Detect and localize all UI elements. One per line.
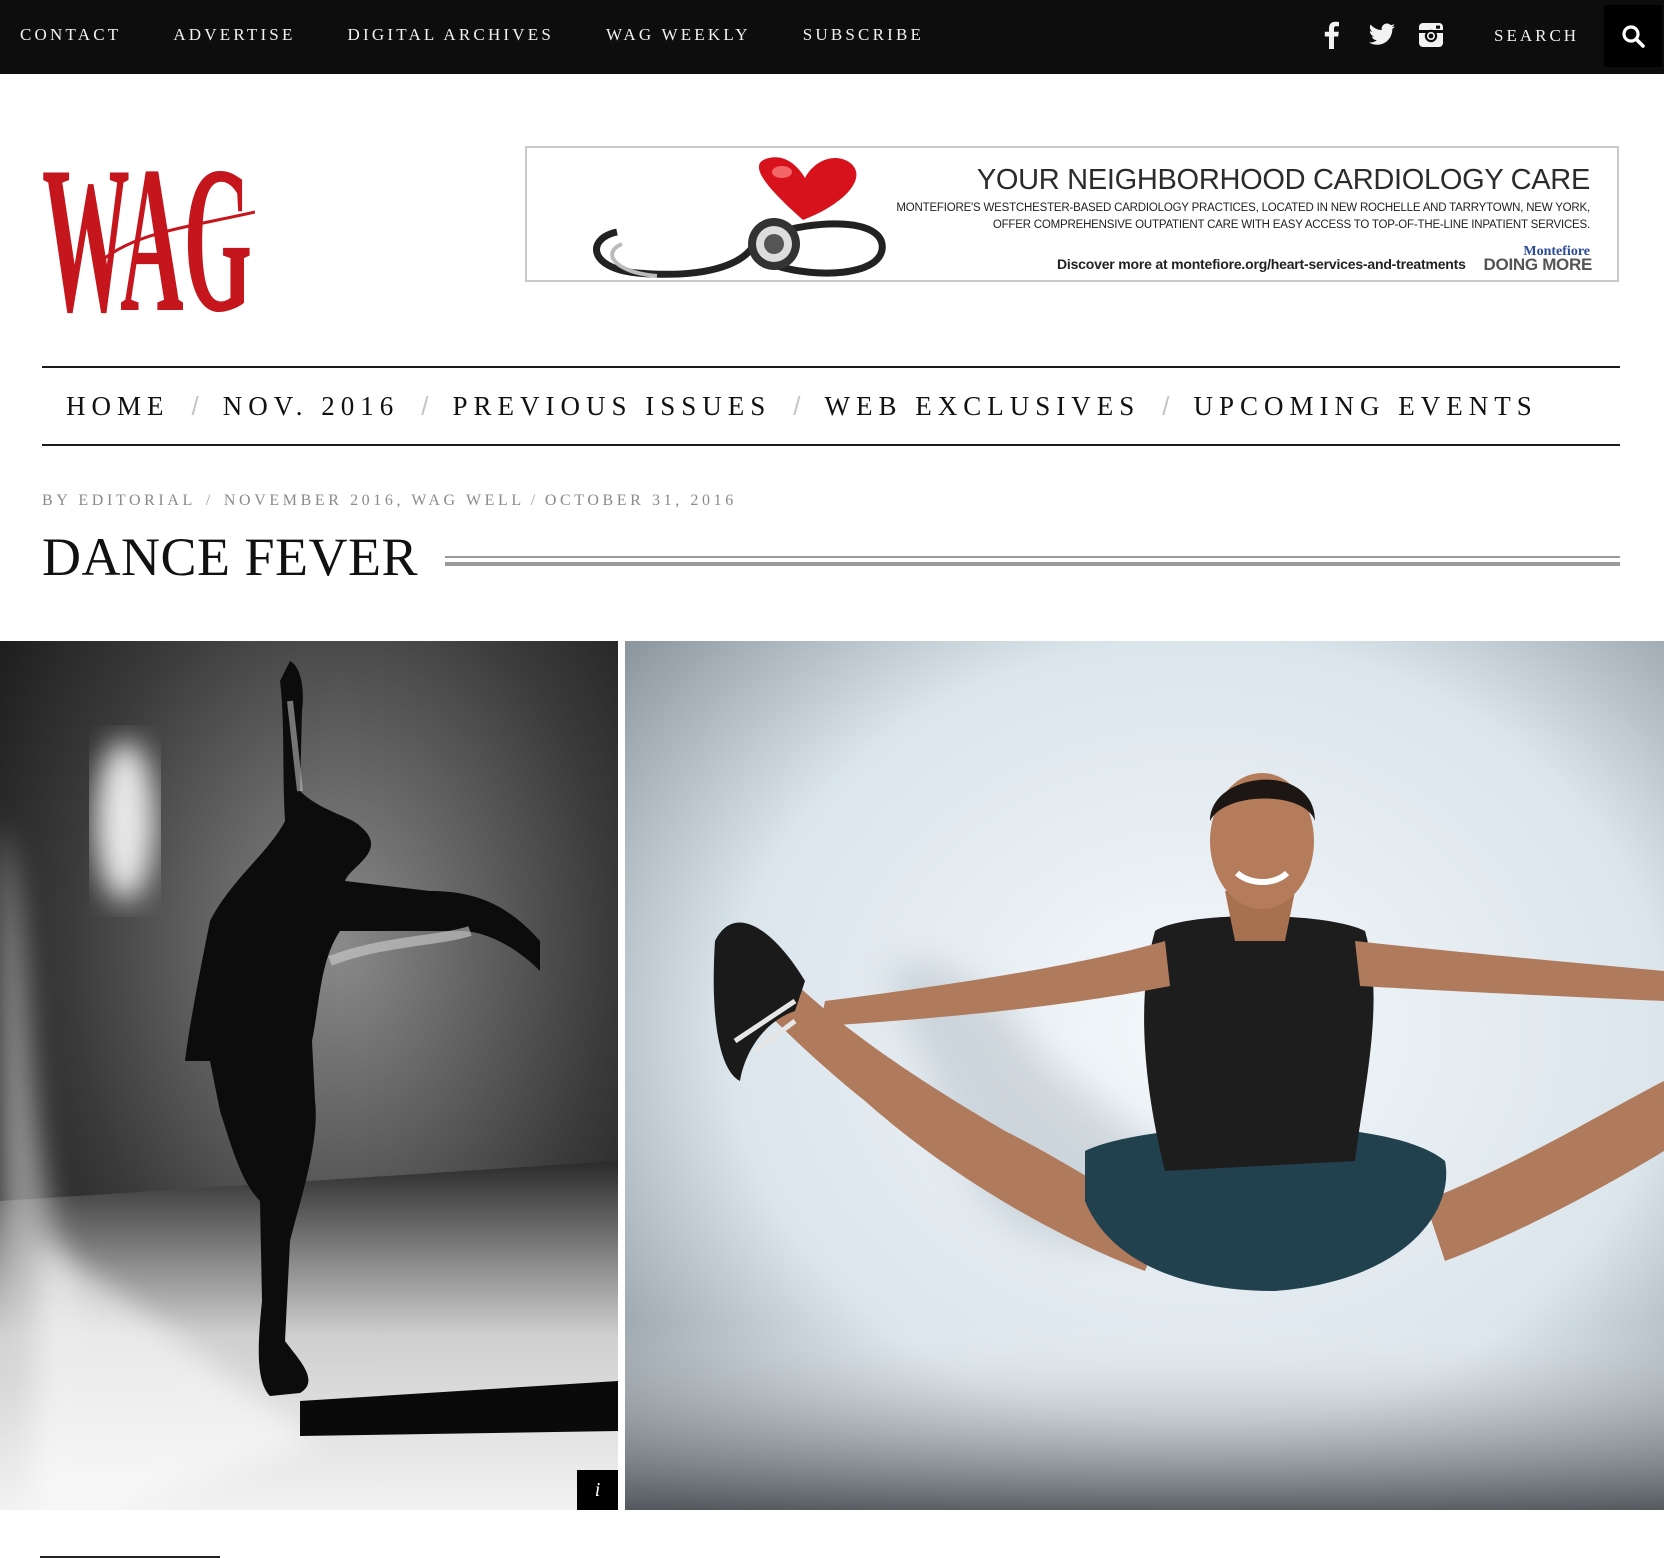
article-meta: BY EDITORIAL / NOVEMBER 2016, WAG WELL / OCT… xyxy=(42,492,737,510)
contact-link[interactable]: CONTACT xyxy=(20,25,121,45)
nav-home[interactable]: HOME xyxy=(66,391,170,422)
wag-weekly-link[interactable]: WAG WEEKLY xyxy=(606,25,751,45)
instagram-icon[interactable] xyxy=(1418,0,1444,70)
nav-separator: / xyxy=(793,390,801,421)
ad-body-line: OFFER COMPREHENSIVE OUTPATIENT CARE WITH… xyxy=(992,219,1590,231)
photo-info-button[interactable]: i xyxy=(577,1470,618,1510)
digital-archives-link[interactable]: DIGITAL ARCHIVES xyxy=(348,25,554,45)
main-nav: HOME / NOV. 2016 / PREVIOUS ISSUES / WEB… xyxy=(42,366,1620,446)
search-button[interactable] xyxy=(1604,5,1662,67)
wag-logo[interactable]: WAG xyxy=(40,112,256,356)
nav-separator: / xyxy=(1162,390,1170,421)
search-label[interactable]: SEARCH xyxy=(1494,0,1579,72)
nav-separator: / xyxy=(421,390,429,421)
ad-banner[interactable]: YOUR NEIGHBORHOOD CARDIOLOGY CARE MONTEF… xyxy=(525,146,1619,282)
advertise-link[interactable]: ADVERTISE xyxy=(173,25,295,45)
nav-upcoming-events[interactable]: UPCOMING EVENTS xyxy=(1194,391,1538,422)
nav-separator: / xyxy=(191,390,199,421)
facebook-icon[interactable] xyxy=(1322,0,1340,70)
article-title: DANCE FEVER xyxy=(42,527,419,587)
meta-separator: / xyxy=(530,492,539,509)
utility-nav: CONTACT ADVERTISE DIGITAL ARCHIVES WAG W… xyxy=(20,0,976,70)
nav-nov-2016[interactable]: NOV. 2016 xyxy=(223,391,400,422)
ad-tagline: DOING MORE xyxy=(1483,255,1593,274)
twitter-icon[interactable] xyxy=(1368,0,1396,70)
top-bar: CONTACT ADVERTISE DIGITAL ARCHIVES WAG W… xyxy=(0,0,1664,74)
meta-separator: / xyxy=(205,492,214,509)
subscribe-link[interactable]: SUBSCRIBE xyxy=(803,25,924,45)
category-links[interactable]: NOVEMBER 2016, WAG WELL xyxy=(224,492,525,509)
gallery-photo-ballet-dancer[interactable] xyxy=(0,641,618,1510)
gallery-photo-jumping-dancer[interactable] xyxy=(625,641,1664,1510)
ad-body-text: MONTEFIORE'S WESTCHESTER-BASED CARDIOLOG… xyxy=(890,200,1590,234)
nav-previous-issues[interactable]: PREVIOUS ISSUES xyxy=(452,391,771,422)
article-date: OCTOBER 31, 2016 xyxy=(544,492,737,509)
nav-web-exclusives[interactable]: WEB EXCLUSIVES xyxy=(825,391,1141,422)
ad-body-line: MONTEFIORE'S WESTCHESTER-BASED CARDIOLOG… xyxy=(896,202,1590,214)
ad-call-to-action: Discover more at montefiore.org/heart-se… xyxy=(1057,256,1466,272)
ad-headline: YOUR NEIGHBORHOOD CARDIOLOGY CARE xyxy=(976,164,1590,196)
author-link[interactable]: BY EDITORIAL xyxy=(42,492,196,509)
stethoscope-heart-illustration xyxy=(593,157,886,278)
search-icon xyxy=(1622,25,1645,48)
title-divider xyxy=(445,556,1620,566)
